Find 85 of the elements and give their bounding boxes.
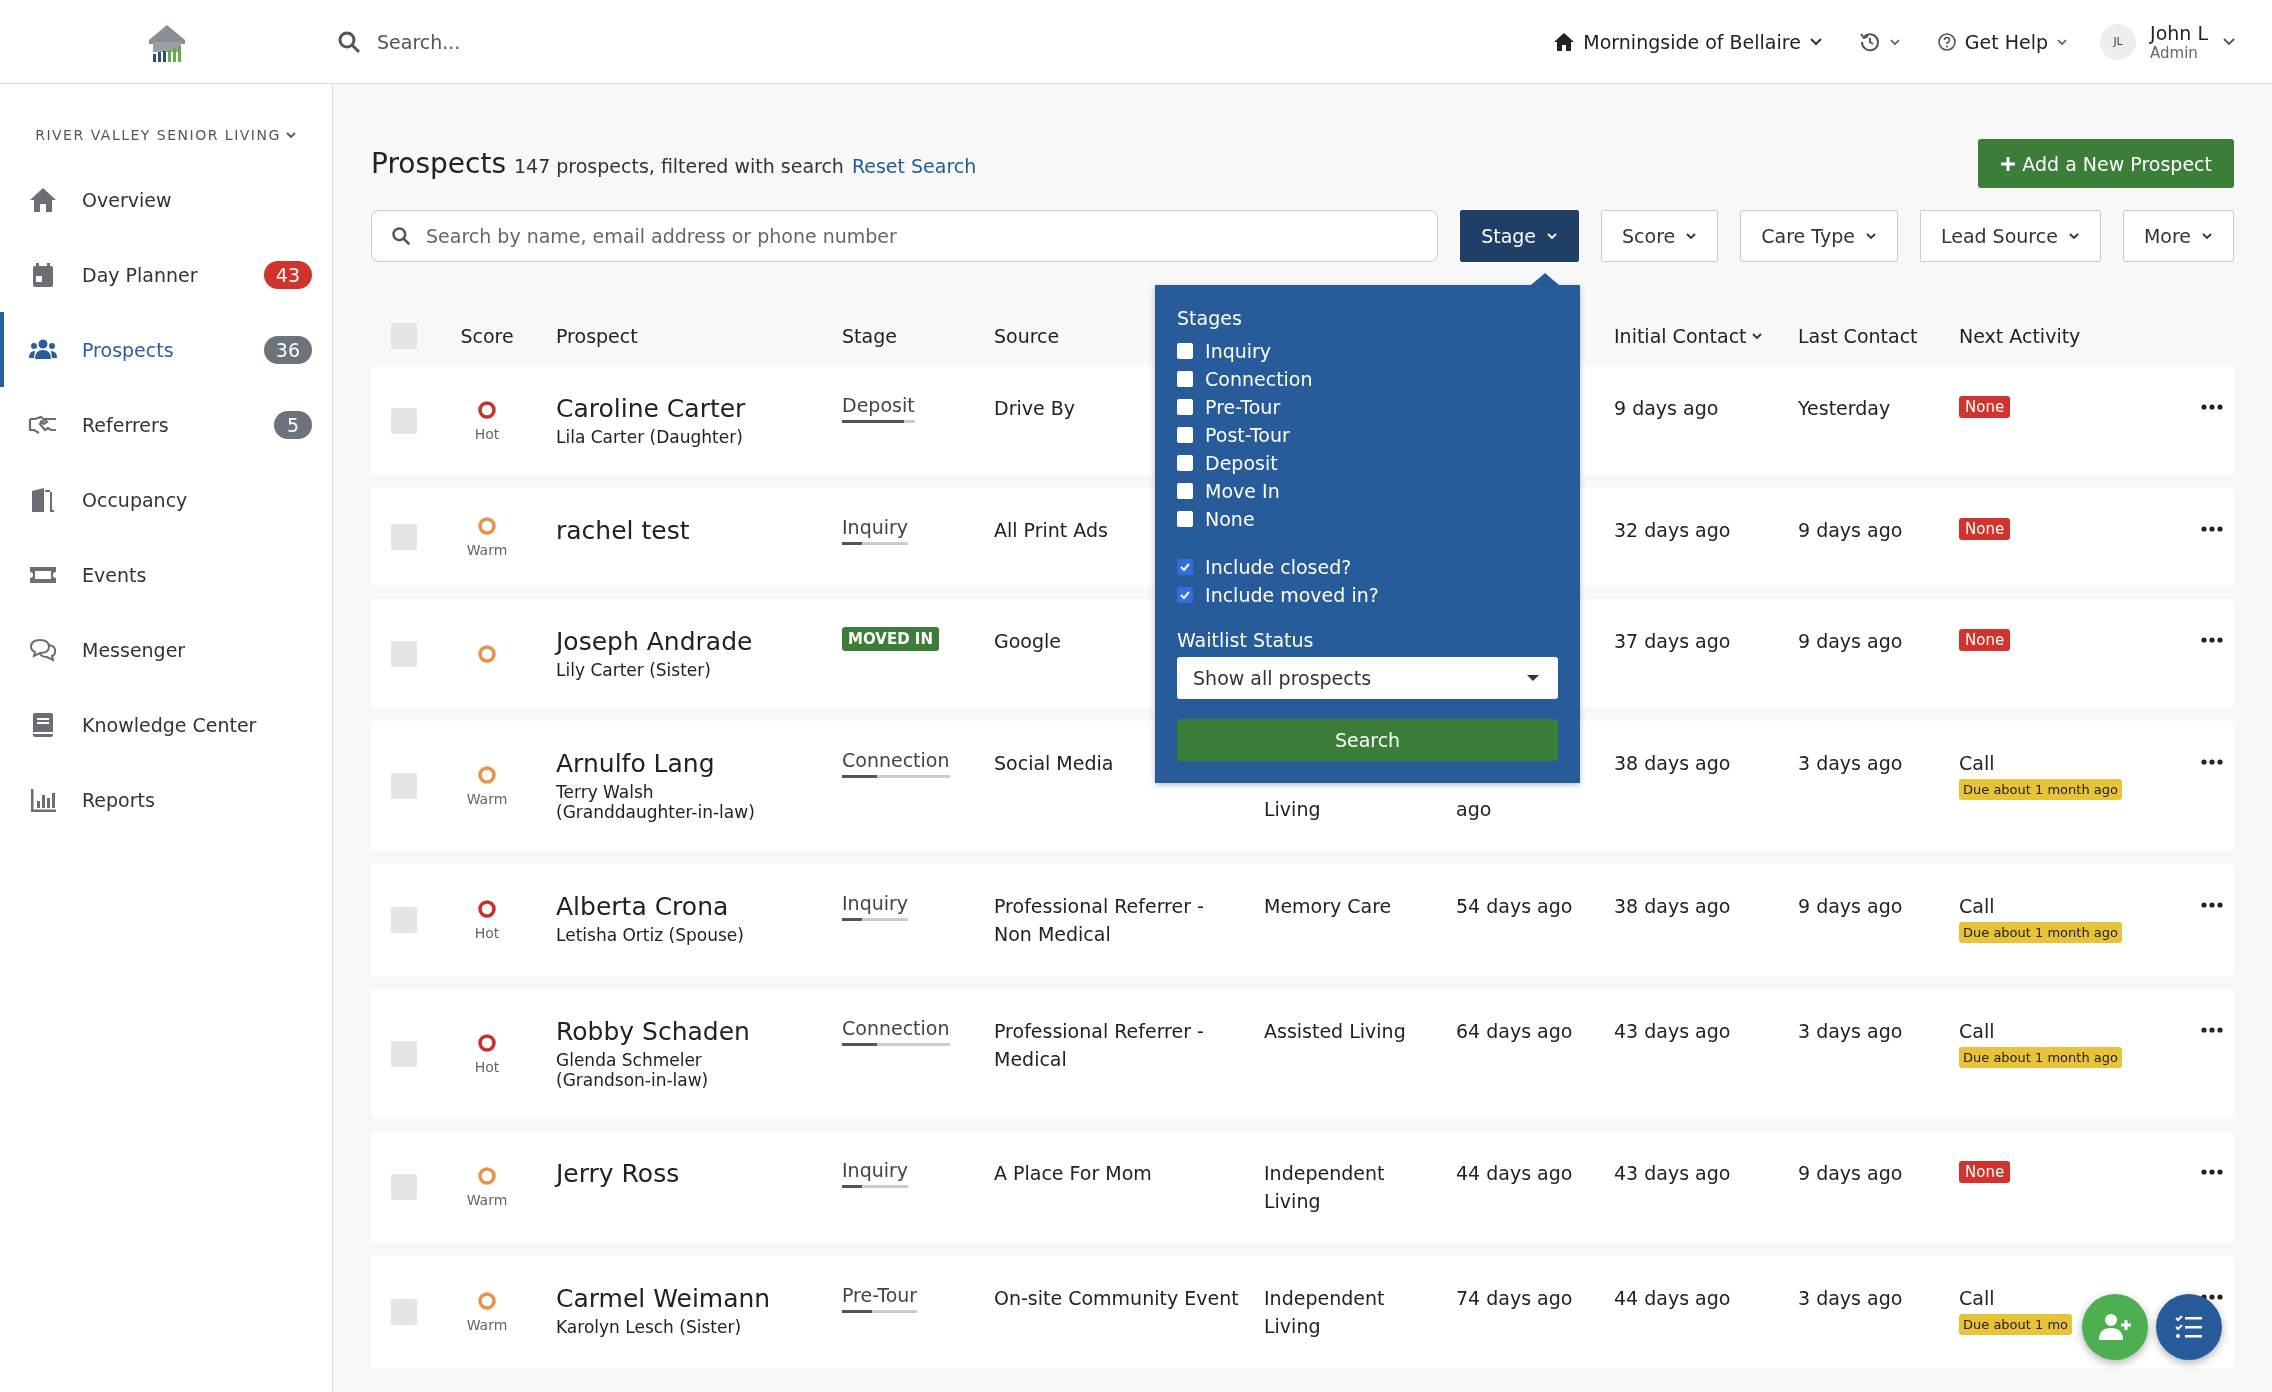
menu-heading: Waitlist Status [1177, 629, 1315, 651]
activity-label: Call [1959, 1286, 1995, 1311]
table-cell-text: 9 days ago [1798, 518, 1903, 543]
score-label: Warm [466, 1192, 508, 1208]
status-badge: None [1959, 1161, 2011, 1183]
table-cell-text: Drive By [994, 396, 1075, 421]
score-label: Hot [474, 925, 500, 941]
table-cell-text: 37 days ago [1614, 629, 1731, 654]
table-cell-text: 32 days ago [1614, 518, 1731, 543]
user-name: John L [2150, 21, 2208, 44]
due-badge: Due about 1 month ago [1959, 779, 2122, 800]
checkbox-label: Pre-Tour [1205, 396, 1281, 418]
stage-label: Inquiry [842, 892, 909, 914]
table-cell-text: 3 days ago [1798, 751, 1903, 776]
table-cell-text: 9 days ago [1798, 629, 1903, 654]
table-cell-text: 9 days ago [1614, 396, 1719, 421]
stage-label: Connection [842, 749, 950, 771]
table-cell-text: Professional Referrer - Medical [994, 1019, 1205, 1072]
stage-label: Pre-Tour [842, 1284, 918, 1306]
user-role: Admin [2150, 43, 2199, 62]
contact-name: Lily Carter (Sister) [556, 660, 712, 680]
stage-label: Inquiry [842, 1159, 909, 1181]
checkbox-label: Include moved in? [1205, 584, 1379, 606]
checkbox-label: Post-Tour [1205, 424, 1290, 446]
menu-heading: Stages [1177, 307, 1243, 329]
status-badge: None [1959, 629, 2011, 651]
result-summary: 147 prospects, filtered with search [513, 155, 844, 177]
table-cell-text: Social Media [994, 751, 1114, 776]
activity-label: Call [1959, 1019, 1995, 1044]
table-cell-text: Professional Referrer - Non Medical [994, 894, 1205, 947]
checkbox-label: Connection [1205, 368, 1313, 390]
contact-name: Karolyn Lesch (Sister) [556, 1317, 742, 1337]
contact-name: Terry Walsh (Granddaughter-in-law) [556, 782, 756, 822]
table-cell-text: Living [1264, 797, 1321, 822]
table-cell-text: 38 days ago [1614, 751, 1731, 776]
status-badge: None [1959, 396, 2011, 418]
status-badge: None [1959, 518, 2011, 540]
contact-name: Letisha Ortiz (Spouse) [556, 925, 745, 945]
table-cell-text: 43 days ago [1614, 1161, 1731, 1186]
due-badge: Due about 1 mo [1959, 1314, 2073, 1335]
contact-name: Lila Carter (Daughter) [556, 427, 744, 447]
count-badge: 5 [274, 410, 312, 439]
activity-label: Call [1959, 894, 1995, 919]
checkbox-label: None [1205, 508, 1255, 530]
table-cell-text: 9 days ago [1798, 894, 1903, 919]
table-cell-text: Independent Living [1264, 1286, 1386, 1339]
table-cell-text: 38 days ago [1614, 894, 1731, 919]
table-cell-text: All Print Ads [994, 518, 1108, 543]
table-cell-text: On-site Community Event [994, 1286, 1239, 1311]
table-cell-text: Assisted Living [1264, 1019, 1406, 1044]
count-badge: 43 [263, 260, 312, 289]
table-cell-text: 3 days ago [1798, 1286, 1903, 1311]
table-cell-text: 44 days ago [1456, 1161, 1573, 1186]
table-cell-text: 74 days ago [1456, 1286, 1573, 1311]
score-label: Hot [474, 425, 500, 442]
table-cell-text: 43 days ago [1614, 1019, 1731, 1044]
table-cell-text: 64 days ago [1456, 1019, 1573, 1044]
stage-label: Connection [842, 1017, 950, 1039]
score-label: Warm [466, 791, 508, 807]
table-cell-text: 3 days ago [1798, 1019, 1903, 1044]
checkbox-label: Include closed? [1205, 556, 1352, 578]
table-cell-text: Google [994, 629, 1061, 654]
checkbox-label: Move In [1205, 480, 1280, 502]
table-cell-text: 44 days ago [1614, 1286, 1731, 1311]
checkbox-label: Deposit [1205, 452, 1278, 474]
count-badge: 36 [263, 335, 312, 364]
score-label: Warm [466, 542, 508, 558]
table-cell-text: 9 days ago [1798, 1161, 1903, 1186]
score-label: Hot [474, 1058, 500, 1075]
due-badge: Due about 1 month ago [1959, 1047, 2122, 1068]
status-badge: MOVED IN [842, 627, 939, 651]
score-label: Warm [466, 1317, 508, 1333]
activity-label: Call [1959, 751, 1995, 776]
contact-name: Glenda Schmeler (Grandson-in-law) [556, 1050, 710, 1090]
page-title: Prospects [371, 147, 506, 180]
stage-label: Deposit [842, 394, 915, 416]
table-cell-text: A Place For Mom [994, 1161, 1152, 1186]
table-cell-text: Independent Living [1264, 1161, 1386, 1214]
stage-label: Inquiry [842, 516, 909, 538]
table-cell-text: 54 days ago [1456, 894, 1573, 919]
table-cell-text: Yesterday [1798, 396, 1891, 421]
table-cell-text: Memory Care [1264, 894, 1392, 919]
due-badge: Due about 1 month ago [1959, 922, 2122, 943]
table-cell-text: ago [1456, 797, 1492, 822]
checkbox-label: Inquiry [1205, 340, 1272, 362]
